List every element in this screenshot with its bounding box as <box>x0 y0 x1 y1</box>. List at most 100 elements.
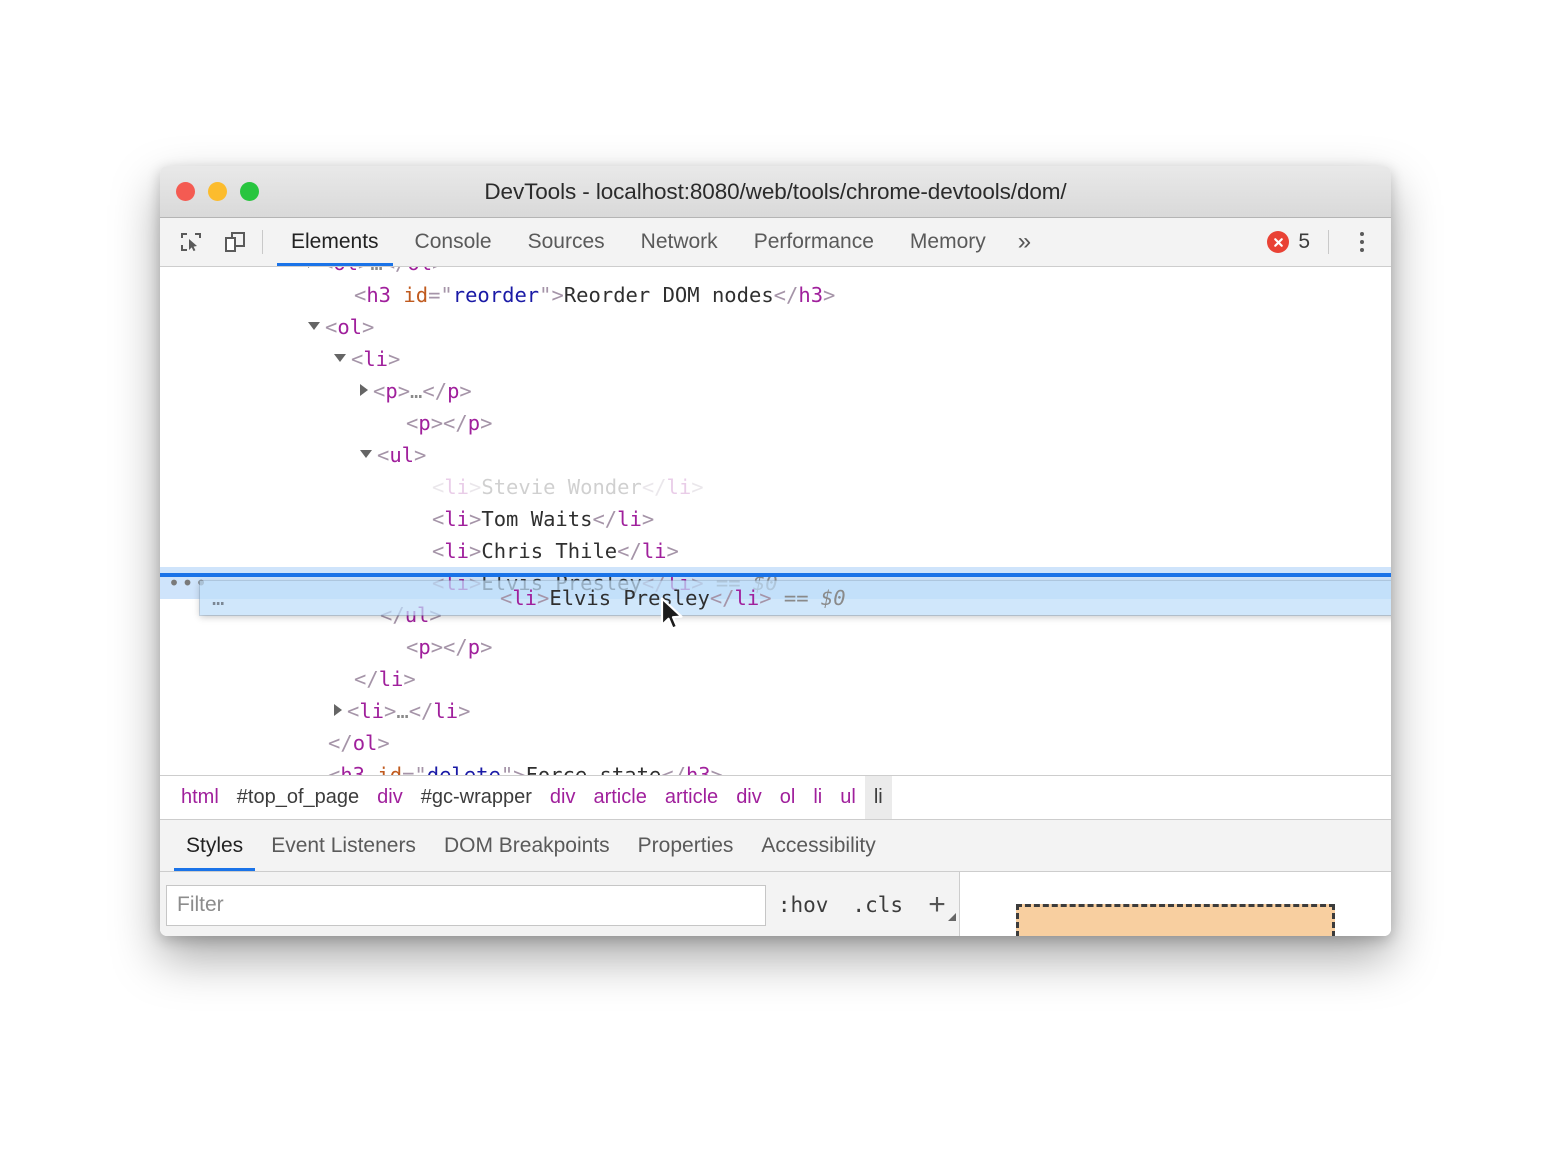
breadcrumb-item-2[interactable]: div <box>368 782 412 813</box>
dom-node-content: <li> <box>172 347 400 371</box>
dom-node-row[interactable]: <ul> <box>160 439 1391 471</box>
dom-token-bracket: > <box>459 379 471 403</box>
dom-token-tag: li <box>433 699 458 723</box>
dom-token-text: Elvis Presley <box>549 586 709 610</box>
new-style-rule-button[interactable]: + <box>915 883 959 927</box>
tab-properties[interactable]: Properties <box>624 820 748 871</box>
dom-node-row[interactable]: <p></p> <box>160 631 1391 663</box>
dom-token-bracket: ></ <box>431 635 468 659</box>
dom-token-tag: li <box>617 507 642 531</box>
breadcrumb-item-5[interactable]: article <box>584 782 655 813</box>
dom-token-bracket: < <box>325 315 337 339</box>
dom-token-bracket: </ <box>354 667 379 691</box>
breadcrumb-item-1[interactable]: #top_of_page <box>228 782 368 813</box>
breadcrumb-item-10[interactable]: ul <box>831 782 865 813</box>
dom-token-bracket: > <box>458 699 470 723</box>
dom-token-bracket: > <box>358 267 370 275</box>
dom-token-tag: li <box>444 507 469 531</box>
dom-token-bracket: < <box>321 267 333 275</box>
dom-node-row[interactable]: <h3 id="reorder">Reorder DOM nodes</h3> <box>160 279 1391 311</box>
dom-token-tag: li <box>359 699 384 723</box>
dom-token-bracket: =" <box>402 763 427 776</box>
expand-triangle-closed-icon[interactable] <box>334 704 342 716</box>
dom-token-bracket: </ <box>409 699 434 723</box>
dom-token-dots: … <box>370 267 382 275</box>
dom-node-row[interactable]: <ol> <box>160 311 1391 343</box>
expand-triangle-open-icon[interactable] <box>334 354 346 362</box>
breadcrumb-item-8[interactable]: ol <box>771 782 805 813</box>
dom-token-tag: p <box>447 379 459 403</box>
dom-token-bracket: ></ <box>431 411 468 435</box>
dom-token-bracket: > <box>667 539 679 563</box>
breadcrumb-item-4[interactable]: div <box>541 782 585 813</box>
breadcrumb-item-9[interactable]: li <box>804 782 831 813</box>
dom-token-bracket: > <box>414 443 426 467</box>
dom-token-dots: … <box>396 699 408 723</box>
error-count-badge[interactable]: 5 <box>1259 230 1318 254</box>
dom-node-row[interactable]: <h3 id="delete">Force state</h3> <box>160 759 1391 776</box>
dom-tree-panel[interactable]: <ol>…</ol><h3 id="reorder">Reorder DOM n… <box>160 267 1391 776</box>
filter-input[interactable] <box>166 885 766 926</box>
dom-node-content: <ol> <box>172 315 374 339</box>
dom-token-bracket: > <box>398 379 410 403</box>
hov-toggle-button[interactable]: :hov <box>766 893 841 917</box>
breadcrumb-item-6[interactable]: article <box>656 782 727 813</box>
breadcrumb-item-3[interactable]: #gc-wrapper <box>412 782 541 813</box>
dom-node-row[interactable]: <li>Tom Waits</li> <box>160 503 1391 535</box>
tab-event-listeners[interactable]: Event Listeners <box>257 820 430 871</box>
breadcrumb-item-7[interactable]: div <box>727 782 771 813</box>
dom-node-row[interactable]: <li>Stevie Wonder</li> <box>160 471 1391 503</box>
dom-token-tag: h3 <box>686 763 711 776</box>
dom-token-val: reorder <box>453 283 539 307</box>
tab-network[interactable]: Network <box>623 218 736 266</box>
breadcrumb: html#top_of_pagediv#gc-wrapperdivarticle… <box>160 776 1391 820</box>
expand-triangle-open-icon[interactable] <box>360 450 372 458</box>
dom-token-text: Stevie Wonder <box>481 475 641 499</box>
tab-accessibility[interactable]: Accessibility <box>747 820 889 871</box>
dom-node-row[interactable]: <ol>…</ol> <box>160 267 1391 279</box>
dom-token-bracket: > <box>691 475 703 499</box>
expand-triangle-closed-icon[interactable] <box>360 384 368 396</box>
dom-token-dots: … <box>410 379 422 403</box>
tab-dom-breakpoints[interactable]: DOM Breakpoints <box>430 820 624 871</box>
kebab-menu-icon[interactable] <box>1347 225 1377 259</box>
dom-token-text: Tom Waits <box>481 507 592 531</box>
tab-elements[interactable]: Elements <box>273 218 397 266</box>
dom-node-row[interactable]: <li>…</li> <box>160 695 1391 727</box>
dom-token-tag: li <box>642 539 667 563</box>
dom-node-row[interactable]: <p>…</p> <box>160 375 1391 407</box>
drag-ghost-row[interactable]: … <li>Elvis Presley</li> == $0 <box>200 581 1391 615</box>
dom-token-bracket: < <box>354 283 366 307</box>
tab-sources[interactable]: Sources <box>510 218 623 266</box>
dom-node-row[interactable]: <li>Chris Thile</li> <box>160 535 1391 567</box>
cls-toggle-button[interactable]: .cls <box>840 893 915 917</box>
dom-token-tag: ol <box>333 267 358 275</box>
breadcrumb-item-0[interactable]: html <box>172 782 228 813</box>
drag-drop-indicator <box>160 573 1391 577</box>
expand-triangle-closed-icon[interactable] <box>308 267 316 268</box>
tab-performance[interactable]: Performance <box>736 218 892 266</box>
dom-token-tag: li <box>667 475 692 499</box>
tab-console[interactable]: Console <box>397 218 510 266</box>
dom-token-attr: id <box>377 763 402 776</box>
more-tabs-icon[interactable]: » <box>1004 218 1045 266</box>
dom-token-bracket: </ <box>642 475 667 499</box>
dom-node-row[interactable]: <p></p> <box>160 407 1391 439</box>
dom-token-tag: li <box>512 586 537 610</box>
dom-token-bracket: > <box>469 475 481 499</box>
dom-node-row[interactable]: </li> <box>160 663 1391 695</box>
device-toolbar-icon[interactable] <box>218 225 252 259</box>
expand-triangle-open-icon[interactable] <box>308 322 320 330</box>
dom-node-row[interactable]: <li> <box>160 343 1391 375</box>
tab-memory[interactable]: Memory <box>892 218 1004 266</box>
dom-token-bracket: > <box>384 699 396 723</box>
dom-node-row[interactable]: </ol> <box>160 727 1391 759</box>
inspect-element-icon[interactable] <box>174 225 208 259</box>
dom-token-bracket: > <box>480 635 492 659</box>
breadcrumb-item-11[interactable]: li <box>865 776 892 819</box>
tab-styles[interactable]: Styles <box>172 820 257 871</box>
dom-node-content: <h3 id="delete">Force state</h3> <box>172 763 723 776</box>
dom-token-bracket: </ <box>617 539 642 563</box>
dom-node-content: <p>…</p> <box>172 379 472 403</box>
dom-token-bracket: > <box>759 586 771 610</box>
